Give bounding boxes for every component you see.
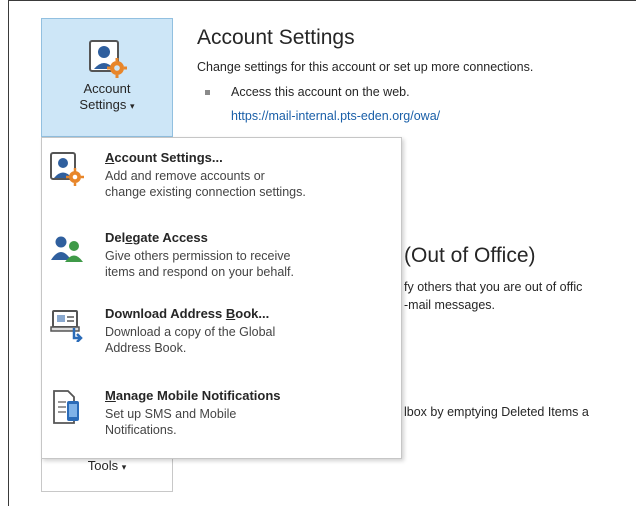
menu-item-download-address-book[interactable]: Download Address Book... Download a copy… — [48, 306, 388, 384]
account-settings-heading: Account Settings — [197, 26, 355, 49]
out-of-office-description-line1: fy others that you are out of offic — [404, 280, 583, 294]
menu-item-delegate-access[interactable]: Delegate Access Give others permission t… — [48, 230, 388, 292]
delegate-access-icon — [51, 236, 83, 262]
menu-item-description: Give others permission to receive items a… — [105, 249, 295, 279]
menu-item-title: Account Settings... — [105, 150, 223, 165]
bullet-icon — [205, 90, 210, 95]
account-settings-menu: Account Settings... Add and remove accou… — [41, 137, 402, 459]
address-book-icon — [50, 310, 83, 342]
menu-item-manage-mobile-notifications[interactable]: Manage Mobile Notifications Set up SMS a… — [48, 388, 388, 452]
menu-item-title: Manage Mobile Notifications — [105, 388, 281, 403]
out-of-office-description-line2: -mail messages. — [404, 298, 495, 312]
mailbox-cleanup-description: lbox by emptying Deleted Items a — [404, 405, 589, 419]
menu-item-account-settings[interactable]: Account Settings... Add and remove accou… — [48, 150, 388, 220]
account-settings-button-label: Account Settings ▾ — [79, 81, 135, 112]
tools-button-label: Tools ▾ — [87, 458, 127, 473]
account-settings-icon — [89, 40, 127, 78]
chevron-down-icon: ▾ — [121, 462, 127, 472]
menu-item-title: Delegate Access — [105, 230, 208, 245]
mobile-notifications-icon — [53, 390, 79, 424]
owa-link[interactable]: https://mail-internal.pts-eden.org/owa/ — [231, 109, 440, 123]
out-of-office-heading: (Out of Office) — [404, 244, 536, 267]
menu-item-description: Set up SMS and Mobile Notifications. — [105, 407, 237, 437]
account-settings-dropdown-button[interactable]: Account Settings ▾ — [41, 18, 173, 137]
account-settings-icon — [50, 152, 84, 186]
menu-item-description: Add and remove accounts or change existin… — [105, 169, 306, 199]
menu-item-title: Download Address Book... — [105, 306, 270, 321]
menu-item-description: Download a copy of the Global Address Boo… — [105, 325, 276, 355]
chevron-down-icon: ▾ — [130, 101, 135, 111]
web-access-text: Access this account on the web. — [231, 85, 410, 99]
account-settings-description: Change settings for this account or set … — [197, 60, 534, 74]
